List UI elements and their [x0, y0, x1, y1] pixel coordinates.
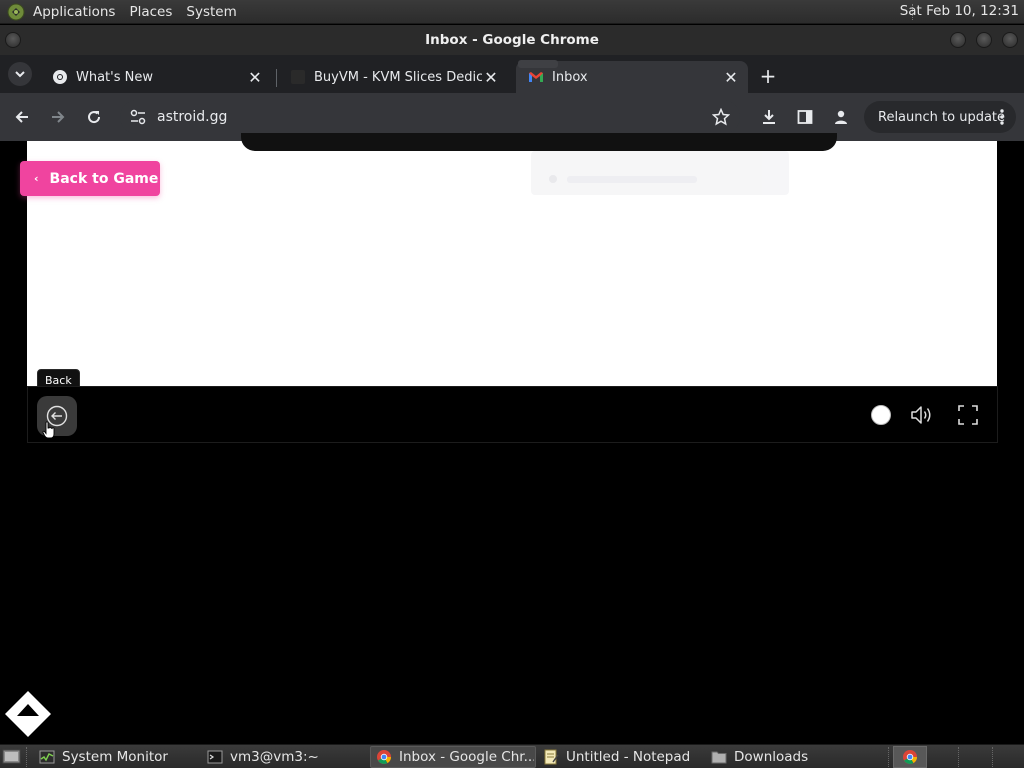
notepad-icon — [544, 749, 559, 765]
faded-overlay-text — [518, 60, 558, 68]
chrome-icon — [377, 750, 391, 764]
reload-button[interactable] — [82, 105, 106, 129]
top-dark-bar — [241, 133, 837, 151]
relaunch-label: Relaunch to update — [878, 109, 1006, 125]
buyvm-icon — [291, 70, 305, 84]
system-menu[interactable]: System — [186, 4, 236, 20]
record-icon — [871, 405, 891, 425]
downloads-button[interactable] — [757, 105, 781, 129]
volume-icon — [911, 406, 931, 424]
volume-button[interactable] — [909, 402, 935, 428]
window-titlebar[interactable]: Inbox - Google Chrome — [0, 25, 1024, 55]
taskbar-item-notepad[interactable]: Untitled - Notepad — [538, 746, 700, 768]
game-controls-bar — [27, 386, 998, 443]
folder-icon — [711, 751, 727, 764]
clock[interactable]: Sat Feb 10, 12:31 — [900, 3, 1019, 19]
close-tab-icon[interactable]: ✕ — [482, 68, 500, 87]
game-frame[interactable] — [27, 133, 997, 386]
window-menu-button[interactable] — [5, 32, 21, 48]
profile-button[interactable] — [829, 105, 853, 129]
url-text: astroid.gg — [157, 109, 228, 125]
tab-title: Inbox — [552, 69, 588, 85]
taskbar-item-label: System Monitor — [62, 749, 168, 765]
chrome-icon — [903, 750, 917, 764]
top-panel: Applications Places System Sat Feb 10, 1… — [0, 0, 1024, 24]
page-viewport: ‹ Back to Game Back — [0, 133, 1024, 744]
show-desktop-icon[interactable] — [2, 748, 21, 765]
relaunch-to-update-button[interactable]: Relaunch to update — [864, 101, 1016, 133]
taskbar-separator — [958, 747, 959, 767]
maximize-button[interactable] — [976, 32, 992, 48]
places-menu[interactable]: Places — [129, 4, 172, 20]
chrome-icon — [53, 70, 67, 84]
bookmark-star-icon[interactable] — [712, 108, 730, 126]
faded-text-line — [567, 176, 697, 183]
taskbar-item-label: Downloads — [734, 749, 809, 765]
minimize-button[interactable] — [950, 32, 966, 48]
taskbar-item-label: vm3@vm3:~ — [230, 749, 319, 765]
chevron-left-icon: ‹ — [34, 172, 39, 185]
chevron-down-icon — [15, 71, 25, 78]
back-to-game-button[interactable]: ‹ Back to Game — [20, 161, 160, 196]
taskbar-item-terminal[interactable]: vm3@vm3:~ — [202, 746, 364, 768]
new-tab-button[interactable]: + — [756, 64, 780, 88]
taskbar-item-system-monitor[interactable]: System Monitor — [34, 746, 197, 768]
back-to-game-label: Back to Game — [49, 170, 159, 187]
gmail-icon — [529, 72, 543, 82]
tab-title: BuyVM - KVM Slices Dedicated — [314, 69, 482, 85]
workspace-switcher[interactable] — [893, 746, 927, 768]
side-panel-icon — [797, 110, 813, 124]
close-tab-icon[interactable]: ✕ — [722, 68, 740, 87]
tab-buyvm[interactable]: BuyVM - KVM Slices Dedicated ✕ — [278, 61, 508, 93]
side-panel-button[interactable] — [793, 105, 817, 129]
address-bar[interactable]: astroid.gg — [120, 100, 740, 134]
profile-icon — [835, 110, 847, 124]
taskbar-item-label: Inbox - Google Chr... — [399, 749, 534, 765]
taskbar-item-downloads[interactable]: Downloads — [706, 746, 868, 768]
back-button[interactable] — [10, 105, 34, 129]
site-settings-icon[interactable] — [128, 107, 148, 127]
tab-title: What's New — [76, 69, 153, 85]
tab-strip: What's New ✕ BuyVM - KVM Slices Dedicate… — [0, 55, 1024, 93]
forward-button[interactable] — [46, 105, 70, 129]
download-icon — [763, 110, 775, 124]
fullscreen-icon — [958, 405, 978, 425]
taskbar-item-label: Untitled - Notepad — [566, 749, 691, 765]
fullscreen-button[interactable] — [955, 402, 981, 428]
taskbar-item-chrome[interactable]: Inbox - Google Chr... — [370, 746, 536, 768]
astroid-logo-icon[interactable] — [3, 689, 53, 739]
taskbar-separator — [992, 747, 993, 767]
tab-divider — [276, 69, 277, 87]
tab-search-button[interactable] — [8, 62, 32, 86]
tab-whats-new[interactable]: What's New ✕ — [40, 61, 272, 93]
applications-menu[interactable]: Applications — [33, 4, 115, 20]
taskbar-separator — [26, 747, 27, 767]
arrow-right-icon — [52, 111, 65, 123]
arrow-left-icon — [15, 111, 28, 123]
terminal-icon — [207, 750, 223, 764]
faded-dropdown — [531, 151, 789, 195]
reload-icon — [88, 111, 101, 124]
system-monitor-icon — [39, 750, 55, 764]
hand-cursor-icon — [42, 421, 55, 439]
more-vert-icon — [1000, 109, 1004, 125]
record-button[interactable] — [868, 402, 894, 428]
close-window-button[interactable] — [1002, 32, 1018, 48]
faded-dot — [549, 175, 557, 183]
distro-logo-icon[interactable] — [7, 3, 25, 21]
window-title: Inbox - Google Chrome — [425, 32, 599, 48]
taskbar: System Monitor vm3@vm3:~ Inbox - Google … — [0, 744, 1024, 768]
close-tab-icon[interactable]: ✕ — [246, 68, 264, 87]
taskbar-separator — [888, 747, 889, 767]
